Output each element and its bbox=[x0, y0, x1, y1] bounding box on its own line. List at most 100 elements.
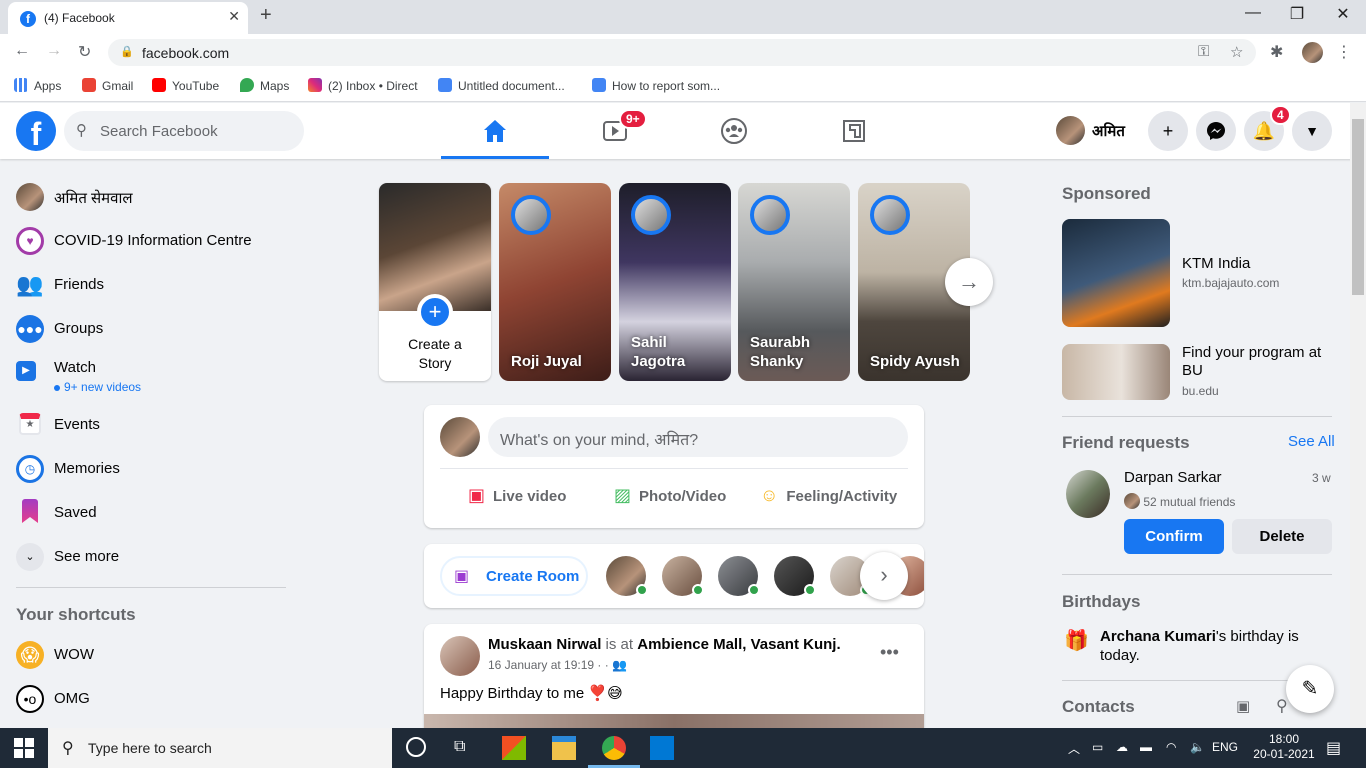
bookmark-report[interactable]: How to report som... bbox=[592, 78, 720, 93]
cortana-icon[interactable] bbox=[406, 737, 426, 757]
birthday-text[interactable]: Archana Kumari's birthday is today. bbox=[1100, 627, 1300, 665]
post-author-avatar[interactable] bbox=[440, 636, 480, 676]
back-icon[interactable]: ← bbox=[14, 42, 30, 60]
story-card[interactable]: Saurabh Shanky bbox=[738, 183, 850, 381]
tab-close-icon[interactable]: ✕ bbox=[228, 8, 240, 25]
compose-icon: ✎ bbox=[1301, 678, 1319, 700]
search-input[interactable]: ⚲ Search Facebook bbox=[64, 111, 304, 151]
post-more-icon[interactable]: ••• bbox=[880, 642, 899, 663]
window-close-icon[interactable]: ✕ bbox=[1320, 4, 1366, 24]
bookmark-docs[interactable]: Untitled document... bbox=[438, 78, 565, 93]
reload-icon[interactable]: ↻ bbox=[78, 42, 91, 62]
volume-icon[interactable]: 🔈 bbox=[1190, 740, 1205, 754]
bookmark-youtube[interactable]: YouTube bbox=[152, 78, 219, 93]
chrome-menu-icon[interactable]: ⋮ bbox=[1336, 42, 1352, 62]
bookmark-maps[interactable]: Maps bbox=[240, 78, 289, 93]
tab-gaming[interactable] bbox=[800, 103, 908, 159]
gaming-icon bbox=[843, 120, 865, 142]
divider bbox=[1062, 416, 1332, 417]
see-all-link[interactable]: See All bbox=[1288, 433, 1335, 450]
new-tab-icon[interactable]: + bbox=[260, 4, 272, 27]
confirm-button[interactable]: Confirm bbox=[1124, 519, 1224, 554]
smiley-icon: ☺ bbox=[760, 485, 779, 505]
clock-time: 18:00 bbox=[1268, 732, 1300, 746]
story-card[interactable]: Roji Juyal bbox=[499, 183, 611, 381]
events-icon: ★ bbox=[19, 413, 41, 435]
notifications-center-icon[interactable]: ▤ bbox=[1326, 738, 1341, 758]
story-author: Saurabh Shanky bbox=[750, 334, 811, 370]
post-text: Happy Birthday to me bbox=[440, 685, 585, 702]
facebook-logo-icon[interactable]: f bbox=[16, 111, 56, 152]
story-profile-photo bbox=[379, 183, 491, 311]
live-video-icon: ▣ bbox=[468, 485, 486, 505]
store-icon[interactable] bbox=[502, 736, 526, 760]
taskbar-search-input[interactable]: ⚲ Type here to search bbox=[48, 728, 392, 768]
tab-groups[interactable] bbox=[680, 103, 788, 159]
create-room-button[interactable]: ▣ Create Room bbox=[440, 556, 588, 596]
rooms-next-button[interactable]: › bbox=[860, 552, 908, 600]
post-timestamp[interactable]: 16 January at 19:19 · · bbox=[488, 658, 609, 672]
key-icon[interactable]: ⚿ bbox=[1198, 43, 1209, 60]
chrome-profile-avatar[interactable] bbox=[1302, 42, 1323, 63]
post-location[interactable]: Ambience Mall, Vasant Kunj. bbox=[637, 636, 840, 653]
request-avatar[interactable] bbox=[1066, 470, 1110, 518]
post-author[interactable]: Muskaan Nirwal bbox=[488, 636, 601, 653]
stories-next-button[interactable]: → bbox=[945, 258, 993, 306]
browser-tab[interactable]: f (4) Facebook ✕ bbox=[8, 2, 248, 34]
language-indicator[interactable]: ENG bbox=[1212, 740, 1238, 754]
messenger-button[interactable] bbox=[1196, 111, 1236, 151]
instagram-icon bbox=[308, 78, 322, 92]
onedrive-icon[interactable]: ☁ bbox=[1116, 740, 1128, 754]
delete-button[interactable]: Delete bbox=[1232, 519, 1332, 554]
tab-home[interactable] bbox=[441, 103, 549, 159]
task-view-icon[interactable]: ⧉ bbox=[454, 738, 465, 756]
story-author: Spidy Ayush bbox=[870, 353, 960, 370]
taskbar-clock[interactable]: 18:00 20-01-2021 bbox=[1252, 732, 1316, 762]
windows-start-icon[interactable] bbox=[14, 738, 34, 758]
create-story-card[interactable]: + Create a Story bbox=[379, 183, 491, 381]
new-message-button[interactable]: ✎ bbox=[1286, 665, 1334, 713]
wifi-icon[interactable]: ◠ bbox=[1166, 740, 1176, 754]
mail-icon[interactable] bbox=[650, 736, 674, 760]
story-card[interactable]: Sahil Jagotra bbox=[619, 183, 731, 381]
story-author: Roji Juyal bbox=[511, 353, 582, 370]
file-explorer-icon[interactable] bbox=[552, 736, 576, 760]
battery-icon[interactable]: ▬ bbox=[1140, 740, 1152, 754]
profile-name[interactable]: अमित bbox=[1092, 121, 1125, 141]
url-field[interactable]: 🔒 facebook.com ⚿ ☆ bbox=[108, 39, 1256, 66]
forward-icon[interactable]: → bbox=[46, 42, 62, 60]
bookmark-star-icon[interactable]: ☆ bbox=[1230, 43, 1243, 61]
tray-expand-icon[interactable]: ︿ bbox=[1068, 740, 1080, 757]
scrollbar[interactable] bbox=[1350, 103, 1366, 728]
contacts-title: Contacts bbox=[1062, 697, 1135, 716]
meet-now-icon[interactable]: ▭ bbox=[1092, 740, 1103, 754]
ad-bu[interactable]: Find your program at BU bu.edu bbox=[1062, 344, 1332, 404]
feeling-activity-button[interactable]: ☺ Feeling/Activity bbox=[760, 485, 897, 506]
restore-icon[interactable]: ❐ bbox=[1274, 4, 1320, 24]
account-menu-button[interactable]: ▼ bbox=[1292, 111, 1332, 151]
chrome-icon[interactable] bbox=[602, 736, 626, 760]
minimize-icon[interactable]: — bbox=[1230, 4, 1276, 22]
photo-video-button[interactable]: ▨ Photo/Video bbox=[614, 485, 726, 506]
extensions-icon[interactable]: ✱ bbox=[1270, 42, 1283, 62]
ad-ktm[interactable]: KTM India ktm.bajajauto.com bbox=[1062, 219, 1332, 329]
divider bbox=[1062, 574, 1332, 575]
tab-watch[interactable]: 9+ bbox=[561, 103, 669, 159]
shortcuts-title: Your shortcuts bbox=[16, 605, 136, 624]
sponsored-title: Sponsored bbox=[1062, 184, 1151, 203]
bookmark-gmail[interactable]: Gmail bbox=[82, 78, 133, 93]
profile-avatar[interactable] bbox=[1056, 116, 1085, 145]
bookmark-instagram[interactable]: (2) Inbox • Direct bbox=[308, 78, 418, 93]
search-contacts-icon[interactable]: ⚲ bbox=[1276, 696, 1288, 716]
friends-audience-icon: 👥 bbox=[612, 658, 628, 672]
composer-avatar[interactable] bbox=[440, 417, 480, 457]
friends-icon: 👥 bbox=[16, 272, 44, 297]
bookmark-apps[interactable]: Apps bbox=[14, 78, 61, 93]
live-video-button[interactable]: ▣ Live video bbox=[468, 485, 566, 506]
request-name[interactable]: Darpan Sarkar bbox=[1124, 469, 1222, 486]
scrollbar-thumb[interactable] bbox=[1352, 119, 1364, 295]
create-button[interactable]: + bbox=[1148, 111, 1188, 151]
search-icon: ⚲ bbox=[76, 122, 87, 139]
new-room-icon[interactable]: ▣ bbox=[1236, 697, 1250, 715]
composer-input[interactable]: What's on your mind, अमित? bbox=[488, 417, 908, 457]
